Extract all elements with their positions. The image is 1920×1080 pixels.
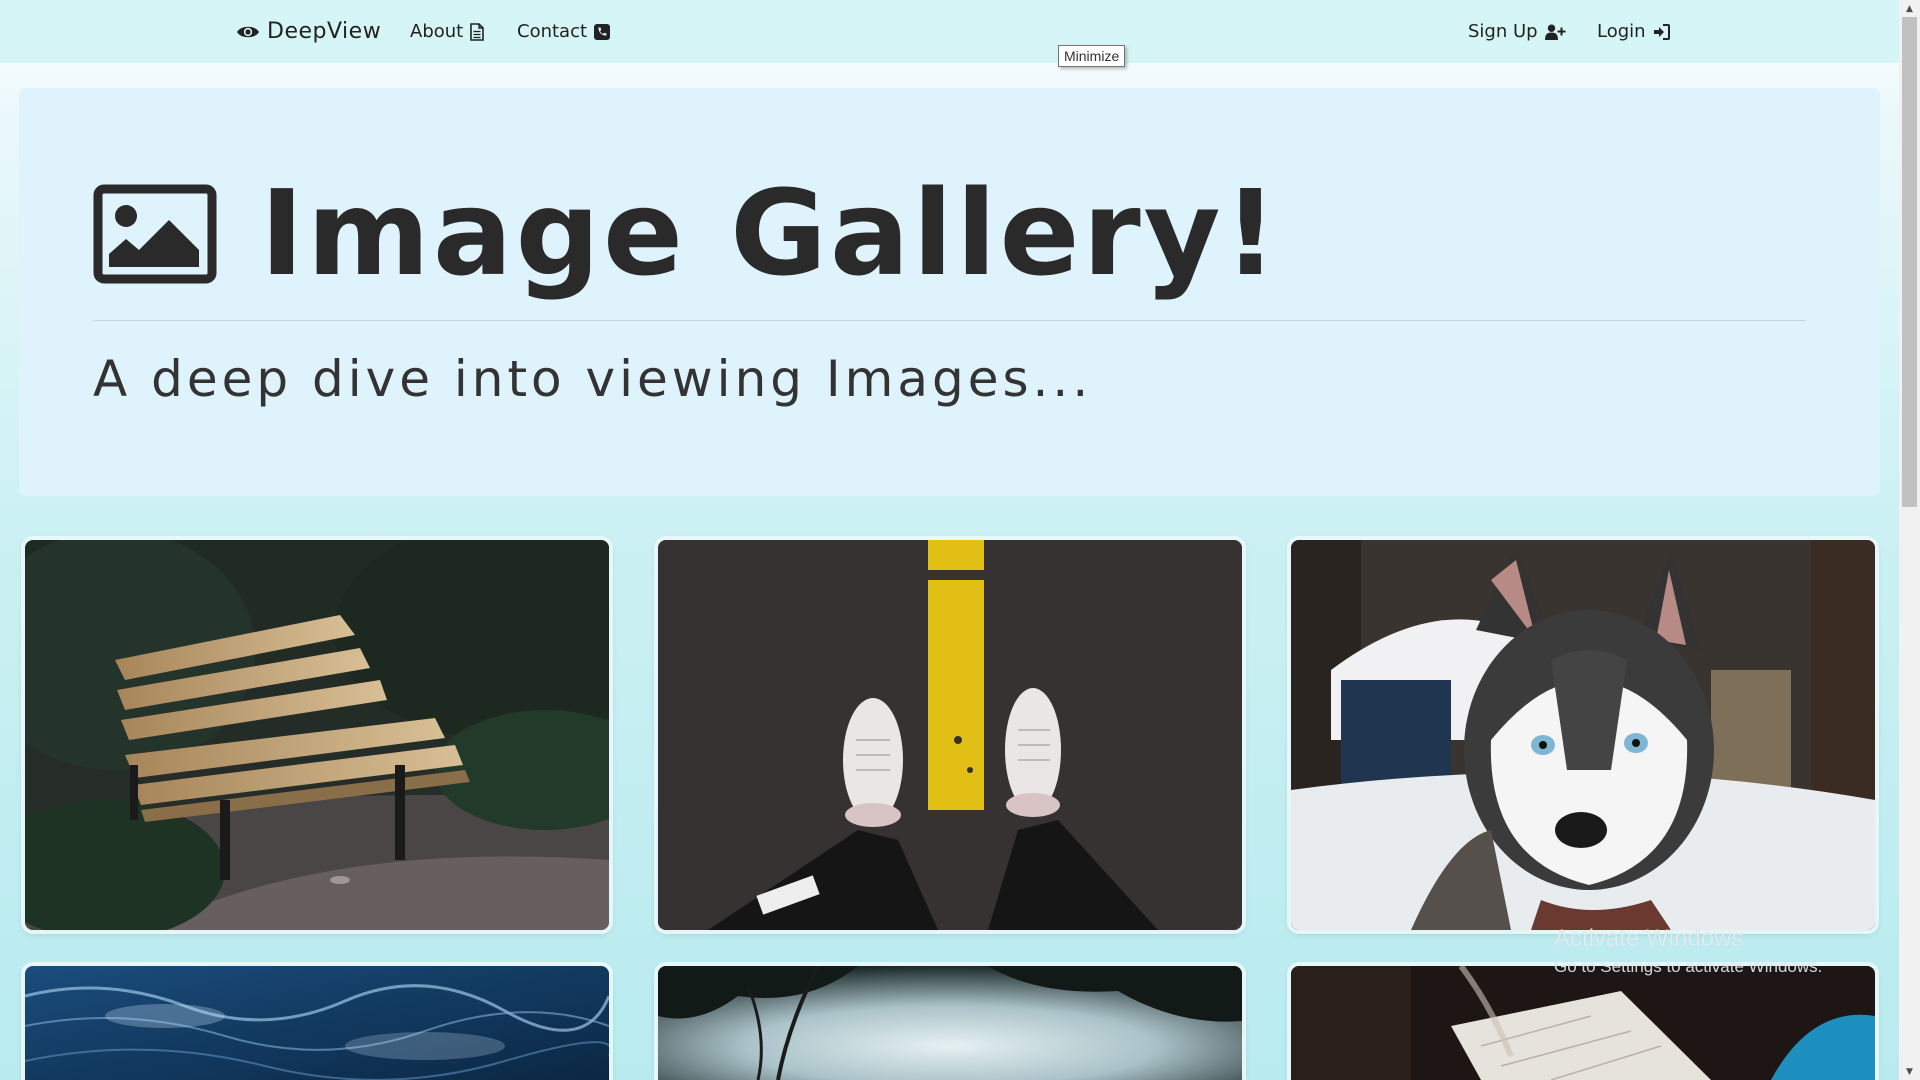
minimize-tooltip: Minimize	[1058, 45, 1126, 67]
sign-in-icon	[1653, 23, 1670, 40]
nav-contact-label: Contact	[517, 21, 588, 42]
scroll-up-icon[interactable]: ▲	[1899, 0, 1920, 17]
nav-about-label: About	[410, 21, 464, 42]
gallery-image-map[interactable]	[1291, 966, 1875, 1080]
jumbotron: Image Gallery! A deep dive into viewing …	[19, 88, 1880, 496]
gallery-image-trees[interactable]	[658, 966, 1242, 1080]
watermark-title: Activate Windows	[1554, 925, 1744, 952]
phone-square-icon	[594, 23, 611, 40]
nav-about-link[interactable]: About	[410, 0, 485, 63]
watermark-subtitle: Go to Settings to activate Windows.	[1554, 957, 1823, 976]
nav-signup-label: Sign Up	[1468, 21, 1538, 42]
navbar: DeepView About Contact Sign Up Login	[0, 0, 1899, 63]
gallery-image-sneakers[interactable]	[658, 540, 1242, 930]
brand-link[interactable]: DeepView	[236, 0, 381, 63]
nav-login-label: Login	[1597, 21, 1646, 42]
gallery-image-ocean[interactable]	[25, 966, 609, 1080]
scroll-down-icon[interactable]: ▼	[1899, 1063, 1920, 1080]
vertical-scrollbar[interactable]: ▲ ▼	[1899, 0, 1920, 1080]
brand-label: DeepView	[267, 19, 382, 44]
user-plus-icon	[1544, 24, 1566, 40]
gallery-image-husky[interactable]	[1291, 540, 1875, 930]
nav-login-link[interactable]: Login	[1597, 0, 1670, 63]
page-title: Image Gallery!	[260, 164, 1281, 302]
image-icon	[93, 184, 217, 288]
gallery-image-bench[interactable]	[25, 540, 609, 930]
activate-windows-watermark: Activate Windows Go to Settings to activ…	[1554, 925, 1822, 977]
file-text-icon	[470, 22, 485, 41]
eye-icon	[236, 23, 260, 41]
page-subtitle: A deep dive into viewing Images...	[93, 350, 1093, 408]
scroll-thumb[interactable]	[1902, 17, 1917, 507]
jumbotron-divider	[93, 320, 1806, 321]
nav-contact-link[interactable]: Contact	[517, 0, 611, 63]
nav-signup-link[interactable]: Sign Up	[1468, 0, 1566, 63]
